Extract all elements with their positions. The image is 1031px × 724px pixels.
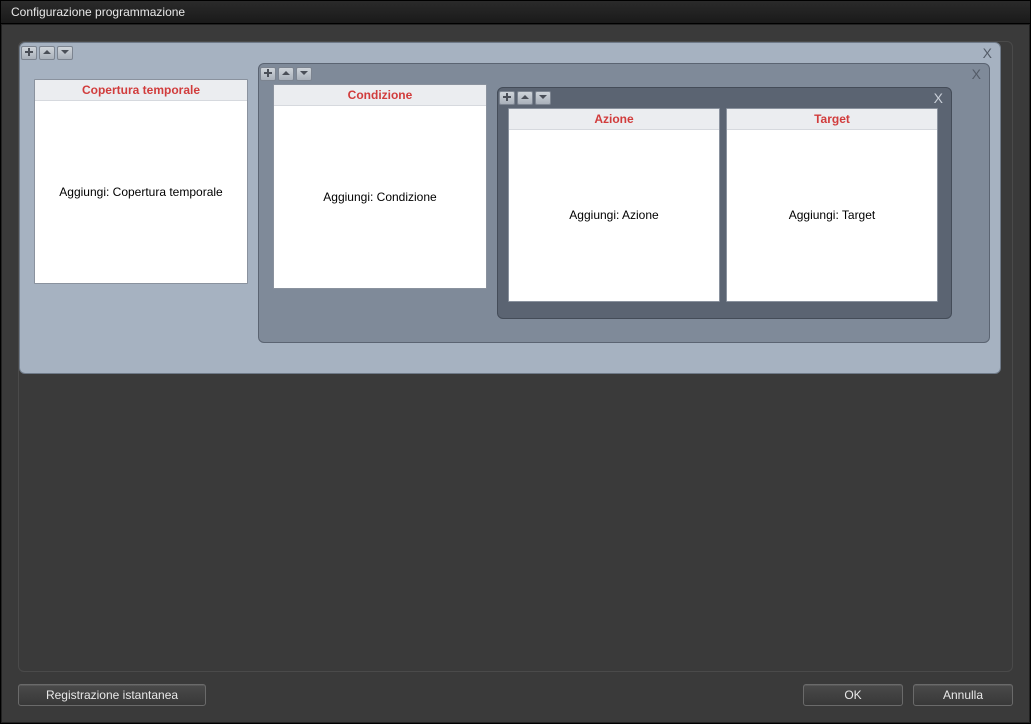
card-temporal-coverage: Copertura temporale Aggiungi: Copertura … <box>34 79 248 284</box>
card-target-header: Target <box>727 109 937 130</box>
add-button[interactable] <box>21 46 37 60</box>
panel-inner-close[interactable]: X <box>934 90 943 106</box>
panel-mid-tab-buttons <box>259 65 313 83</box>
panel-inner-tab-buttons <box>498 89 552 107</box>
card-temporal-add[interactable]: Aggiungi: Copertura temporale <box>35 101 247 282</box>
instant-recording-button[interactable]: Registrazione istantanea <box>18 684 206 706</box>
panel-outer: X Copertura temporale Aggiungi: Copertur… <box>19 42 1001 374</box>
card-temporal-header: Copertura temporale <box>35 80 247 101</box>
card-action-header: Azione <box>509 109 719 130</box>
add-button[interactable] <box>499 91 515 105</box>
collapse-button[interactable] <box>39 46 55 60</box>
dialog-footer: Registrazione istantanea OK Annulla <box>18 672 1013 706</box>
panel-inner: X Azione Aggiungi: Azione Target Aggiung… <box>497 87 952 319</box>
chevron-up-icon <box>43 48 51 59</box>
chevron-up-icon <box>521 93 529 104</box>
panel-outer-close[interactable]: X <box>983 45 992 61</box>
card-action-add[interactable]: Aggiungi: Azione <box>509 130 719 300</box>
plus-icon <box>25 48 33 59</box>
expand-button[interactable] <box>296 67 312 81</box>
chevron-down-icon <box>300 69 308 80</box>
chevron-down-icon <box>61 48 69 59</box>
card-action: Azione Aggiungi: Azione <box>508 108 720 302</box>
panel-mid-tabbar: X <box>259 64 989 84</box>
dialog-window: Configurazione programmazione <box>0 0 1031 724</box>
panel-outer-tab-buttons <box>20 44 74 62</box>
expand-button[interactable] <box>57 46 73 60</box>
chevron-down-icon <box>539 93 547 104</box>
chevron-up-icon <box>282 69 290 80</box>
panel-mid: X Condizione Aggiungi: Condizione <box>258 63 990 343</box>
window-title: Configurazione programmazione <box>11 5 185 19</box>
cancel-button[interactable]: Annulla <box>913 684 1013 706</box>
panel-inner-tabbar: X <box>498 88 951 108</box>
content-area: X Copertura temporale Aggiungi: Copertur… <box>1 24 1030 723</box>
card-target-add[interactable]: Aggiungi: Target <box>727 130 937 300</box>
add-button[interactable] <box>260 67 276 81</box>
ok-button[interactable]: OK <box>803 684 903 706</box>
card-condition: Condizione Aggiungi: Condizione <box>273 84 487 289</box>
card-target: Target Aggiungi: Target <box>726 108 938 302</box>
plus-icon <box>264 69 272 80</box>
card-condition-header: Condizione <box>274 85 486 106</box>
panel-outer-tabbar: X <box>20 43 1000 63</box>
card-condition-add[interactable]: Aggiungi: Condizione <box>274 106 486 287</box>
plus-icon <box>503 93 511 104</box>
work-area: X Copertura temporale Aggiungi: Copertur… <box>18 41 1013 672</box>
collapse-button[interactable] <box>278 67 294 81</box>
collapse-button[interactable] <box>517 91 533 105</box>
panel-mid-close[interactable]: X <box>972 66 981 82</box>
window-titlebar: Configurazione programmazione <box>1 1 1030 24</box>
expand-button[interactable] <box>535 91 551 105</box>
